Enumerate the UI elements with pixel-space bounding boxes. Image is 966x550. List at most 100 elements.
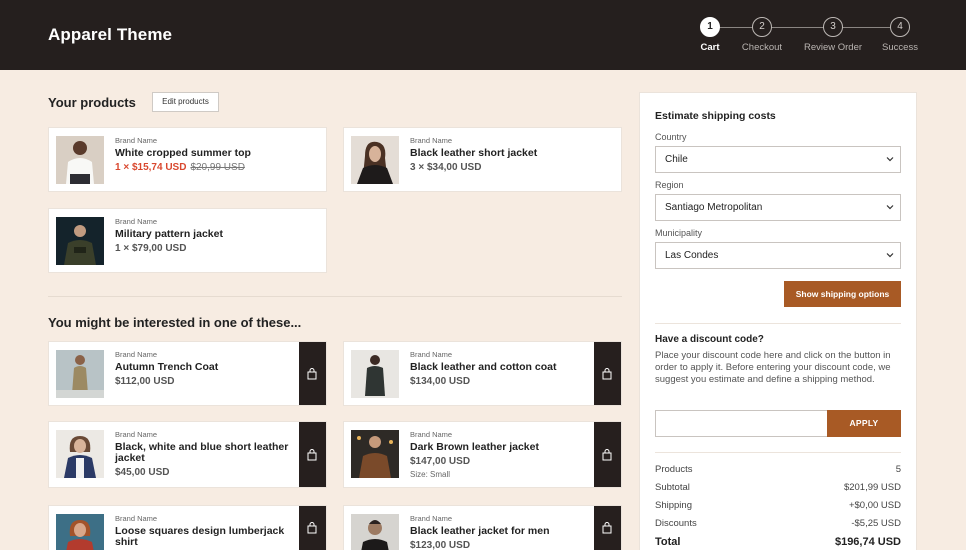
- product-image[interactable]: [351, 350, 399, 398]
- section-divider: [48, 296, 622, 297]
- cart-item[interactable]: Brand Name Black leather short jacket 3 …: [343, 127, 622, 192]
- shopping-bag-icon: [602, 367, 612, 379]
- add-to-cart-button[interactable]: [594, 506, 621, 550]
- add-to-cart-button[interactable]: [594, 342, 621, 405]
- product-name[interactable]: Black leather jacket for men: [410, 526, 613, 537]
- sale-price: 1 × $15,74 USD: [115, 162, 187, 173]
- summary-row-discounts: Discounts -$5,25 USD: [655, 518, 901, 532]
- product-name[interactable]: Dark Brown leather jacket: [410, 442, 613, 453]
- show-shipping-options-button[interactable]: Show shipping options: [784, 281, 901, 307]
- suggestions-title: You might be interested in one of these.…: [48, 315, 302, 330]
- add-to-cart-button[interactable]: [299, 422, 326, 487]
- summary-label: Products: [655, 464, 693, 475]
- add-to-cart-button[interactable]: [594, 422, 621, 487]
- step-number: 4: [890, 17, 910, 37]
- brand-name: Brand Name: [410, 350, 453, 359]
- apply-discount-button[interactable]: APPLY: [827, 410, 901, 437]
- suggestion-item[interactable]: Brand Name Dark Brown leather jacket $14…: [343, 421, 622, 488]
- country-value: Chile: [665, 154, 688, 165]
- step-number: 1: [700, 17, 720, 37]
- add-to-cart-button[interactable]: [299, 342, 326, 405]
- country-label: Country: [655, 132, 687, 142]
- product-image[interactable]: [56, 350, 104, 398]
- brand-name: Brand Name: [115, 217, 158, 226]
- shopping-bag-icon: [307, 448, 317, 460]
- product-size: Size: Small: [410, 470, 451, 479]
- edit-products-button[interactable]: Edit products: [152, 92, 219, 112]
- product-name[interactable]: Loose squares design lumberjack shirt: [115, 526, 294, 548]
- product-price: 1 × $79,00 USD: [115, 243, 187, 254]
- product-name[interactable]: White cropped summer top: [115, 148, 318, 159]
- add-to-cart-button[interactable]: [299, 506, 326, 550]
- brand-name: Brand Name: [115, 514, 158, 523]
- product-image[interactable]: [351, 136, 399, 184]
- product-image[interactable]: [56, 217, 104, 265]
- municipality-label: Municipality: [655, 228, 703, 238]
- product-price: $147,00 USD: [410, 456, 471, 467]
- municipality-value: Las Condes: [665, 250, 719, 261]
- shopping-bag-icon: [307, 367, 317, 379]
- summary-row-shipping: Shipping +$0,00 USD: [655, 500, 901, 514]
- summary-label: Subtotal: [655, 482, 690, 493]
- panel-divider: [655, 452, 901, 453]
- suggestion-item[interactable]: Brand Name Loose squares design lumberja…: [48, 505, 327, 550]
- region-label: Region: [655, 180, 684, 190]
- summary-value: $201,99 USD: [843, 482, 901, 493]
- product-price: $123,00 USD: [410, 540, 471, 550]
- chevron-down-icon: [886, 205, 894, 210]
- product-name[interactable]: Black leather and cotton coat: [410, 362, 613, 373]
- shipping-title: Estimate shipping costs: [655, 110, 776, 122]
- step-number: 3: [823, 17, 843, 37]
- summary-row-subtotal: Subtotal $201,99 USD: [655, 482, 901, 496]
- brand-name: Brand Name: [115, 430, 158, 439]
- your-products-title: Your products: [48, 95, 136, 110]
- old-price: $20,99 USD: [190, 162, 245, 173]
- shipping-summary-panel: Estimate shipping costs Country Chile Re…: [639, 92, 917, 550]
- product-name[interactable]: Military pattern jacket: [115, 229, 318, 240]
- panel-divider: [655, 323, 901, 324]
- step-success[interactable]: 4 Success: [860, 17, 940, 53]
- product-name[interactable]: Autumn Trench Coat: [115, 362, 318, 373]
- discount-title: Have a discount code?: [655, 334, 764, 345]
- cart-item[interactable]: Brand Name Military pattern jacket 1 × $…: [48, 208, 327, 273]
- municipality-select[interactable]: Las Condes: [655, 242, 901, 269]
- product-image[interactable]: [56, 430, 104, 478]
- product-price: 1 × $15,74 USD $20,99 USD: [115, 162, 318, 173]
- top-header: Apparel Theme 1 Cart 2 Checkout 3 Review…: [0, 0, 966, 70]
- step-label: Checkout: [741, 42, 783, 53]
- shopping-bag-icon: [602, 522, 612, 534]
- product-price: $45,00 USD: [115, 467, 170, 478]
- suggestion-item[interactable]: Brand Name Autumn Trench Coat $112,00 US…: [48, 341, 327, 406]
- summary-row-total: Total $196,74 USD: [655, 536, 901, 550]
- summary-label: Total: [655, 536, 681, 548]
- checkout-progress: 1 Cart 2 Checkout 3 Review Order 4 Succe…: [690, 17, 930, 57]
- discount-description: Place your discount code here and click …: [655, 350, 891, 385]
- cart-item[interactable]: Brand Name White cropped summer top 1 × …: [48, 127, 327, 192]
- chevron-down-icon: [886, 253, 894, 258]
- country-select[interactable]: Chile: [655, 146, 901, 173]
- product-price: $112,00 USD: [115, 376, 175, 387]
- summary-value: +$0,00 USD: [848, 500, 901, 511]
- suggestion-item[interactable]: Brand Name Black, white and blue short l…: [48, 421, 327, 488]
- brand-name: Brand Name: [410, 136, 453, 145]
- summary-value: -$5,25 USD: [851, 518, 901, 529]
- product-image[interactable]: [351, 430, 399, 478]
- product-name[interactable]: Black, white and blue short leather jack…: [115, 442, 294, 464]
- summary-label: Discounts: [655, 518, 697, 529]
- product-image[interactable]: [56, 514, 104, 550]
- step-checkout[interactable]: 2 Checkout: [722, 17, 802, 53]
- suggestion-item[interactable]: Brand Name Black leather and cotton coat…: [343, 341, 622, 406]
- brand-title[interactable]: Apparel Theme: [48, 25, 172, 45]
- product-price: $134,00 USD: [410, 376, 471, 387]
- region-select[interactable]: Santiago Metropolitan: [655, 194, 901, 221]
- region-value: Santiago Metropolitan: [665, 202, 763, 213]
- discount-code-input[interactable]: [655, 410, 828, 437]
- product-image[interactable]: [56, 136, 104, 184]
- shopping-bag-icon: [602, 448, 612, 460]
- chevron-down-icon: [886, 157, 894, 162]
- summary-value: $196,74 USD: [834, 536, 901, 548]
- product-name[interactable]: Black leather short jacket: [410, 148, 613, 159]
- brand-name: Brand Name: [410, 430, 453, 439]
- suggestion-item[interactable]: Brand Name Black leather jacket for men …: [343, 505, 622, 550]
- product-image[interactable]: [351, 514, 399, 550]
